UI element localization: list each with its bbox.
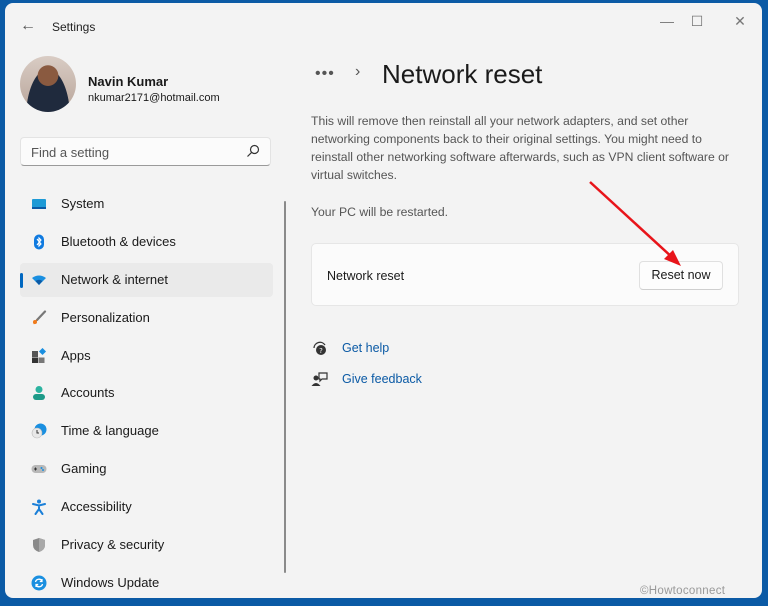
update-icon (31, 575, 47, 591)
shield-icon (33, 538, 45, 553)
sidebar-item-label: Privacy & security (61, 537, 165, 553)
back-arrow-icon: ← (20, 17, 36, 34)
svg-text:?: ? (319, 347, 323, 355)
user-name: Navin Kumar (88, 74, 169, 89)
sidebar-scrollbar[interactable] (284, 201, 286, 573)
sidebar-item-personalization[interactable]: Personalization (20, 301, 273, 335)
avatar[interactable] (20, 56, 76, 112)
restart-note: Your PC will be restarted. (311, 205, 449, 219)
sidebar-item-privacy[interactable]: Privacy & security (20, 528, 273, 562)
sidebar-item-label: Windows Update (61, 574, 160, 590)
sidebar-item-label: Apps (61, 347, 91, 363)
sidebar-item-label: Accessibility (61, 499, 132, 515)
sidebar-item-accounts[interactable]: Accounts (20, 376, 273, 410)
bluetooth-icon (34, 234, 44, 250)
search-input[interactable]: Find a setting (20, 137, 271, 166)
sidebar-item-system[interactable]: System (20, 187, 273, 221)
sidebar-item-label: Personalization (61, 309, 150, 325)
globe-clock-icon (31, 423, 47, 439)
title-bar: ← Settings — ☐ ✕ (5, 3, 762, 47)
sidebar-item-label: Bluetooth & devices (61, 233, 176, 249)
user-email: nkumar2171@hotmail.com (88, 92, 220, 104)
card-label: Network reset (327, 269, 405, 283)
sidebar-item-label: Gaming (61, 461, 107, 477)
close-button[interactable]: ✕ (720, 9, 760, 33)
give-feedback-label[interactable]: Give feedback (342, 372, 422, 386)
gamepad-icon (31, 465, 47, 474)
accessibility-icon (32, 499, 46, 516)
reset-now-button[interactable]: Reset now (639, 261, 723, 290)
feedback-icon (311, 372, 328, 386)
app-title: Settings (52, 20, 96, 34)
sidebar-item-bluetooth[interactable]: Bluetooth & devices (20, 225, 273, 259)
sidebar-item-gaming[interactable]: Gaming (20, 452, 273, 486)
description-text: This will remove then reinstall all your… (311, 114, 729, 182)
sidebar-item-label: Time & language (61, 423, 159, 439)
sidebar-item-accessibility[interactable]: Accessibility (20, 490, 273, 524)
monitor-icon (32, 199, 46, 209)
search-icon[interactable] (246, 144, 260, 158)
help-icon: ? (313, 341, 326, 355)
sidebar-item-label: System (61, 196, 105, 211)
search-placeholder: Find a setting (31, 145, 110, 160)
sidebar-item-label: Network & internet (61, 271, 168, 287)
maximize-button[interactable]: ☐ (677, 9, 717, 33)
sidebar-nav: System Bluetooth & devices Network & int… (20, 187, 273, 598)
wifi-icon (32, 275, 46, 285)
watermark: ©Howtoconnect (640, 585, 726, 597)
sidebar-item-time-language[interactable]: Time & language (20, 414, 273, 448)
chevron-right-icon: › (355, 63, 361, 80)
get-help-label[interactable]: Get help (342, 341, 389, 355)
settings-window: ← Settings — ☐ ✕ Navin Kumar nkumar2171@… (5, 3, 762, 598)
brush-icon (33, 310, 47, 325)
active-indicator (20, 272, 23, 288)
sidebar-item-apps[interactable]: Apps (20, 339, 273, 373)
sidebar-item-label: Accounts (61, 385, 115, 401)
person-icon (33, 386, 45, 401)
network-reset-card: Network reset Reset now (311, 243, 739, 306)
sidebar-item-network[interactable]: Network & internet (20, 262, 273, 297)
apps-icon (32, 347, 47, 363)
page-title: Network reset (382, 59, 543, 89)
breadcrumb-overflow-button[interactable]: ••• (315, 65, 335, 83)
sidebar-item-windows-update[interactable]: Windows Update (20, 566, 273, 598)
back-button[interactable]: ← (17, 15, 39, 37)
